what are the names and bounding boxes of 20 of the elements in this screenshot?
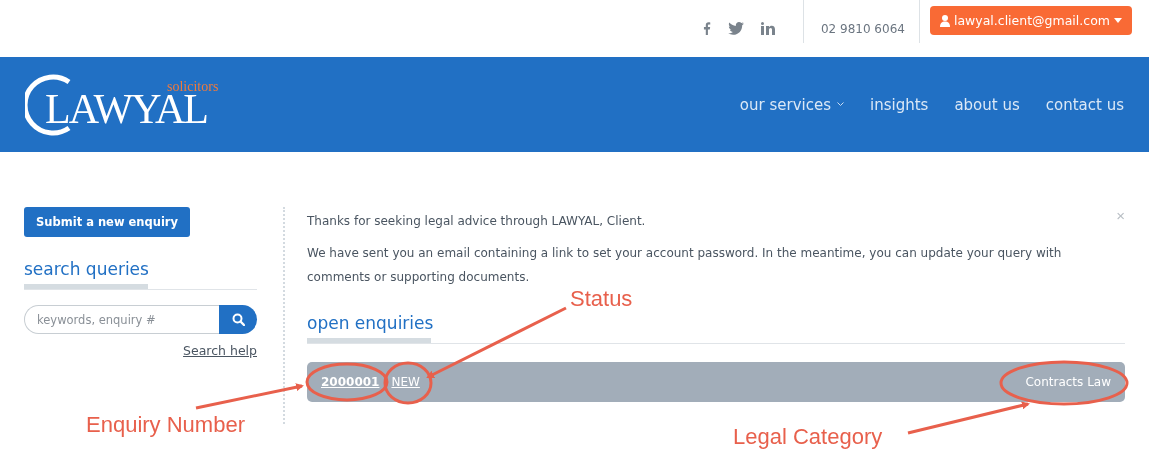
enquiry-row[interactable]: 2000001 NEW Contracts Law (307, 362, 1125, 402)
nav-link[interactable]: our services (739, 95, 844, 114)
nav-link[interactable]: about us (954, 95, 1020, 114)
category-label: Contracts Law (1025, 375, 1111, 389)
notice-text: Thanks for seeking legal advice through LAWYAL, Client. (307, 213, 647, 230)
section-heading: open enquiries (307, 313, 435, 333)
nav-link[interactable]: contact us (1045, 95, 1124, 114)
callout-label: Enquiry Number (86, 412, 245, 438)
submit-enquiry-button[interactable]: Submit a new enquiry (24, 207, 191, 237)
status-link[interactable]: NEW (391, 375, 420, 389)
phone-number: 02 9810 6064 (819, 21, 906, 36)
callout-label: Status (570, 286, 633, 312)
callout-label: Legal Category (733, 424, 883, 450)
notice-text: We have sent you an email containing a link to set your account password. In the meantime, you can update your query with comments or supporting documents. (307, 245, 1063, 286)
account-button[interactable]: lawyal.client@gmail.com (929, 6, 1132, 35)
section-heading: search queries (24, 259, 150, 279)
search-field[interactable]: keywords, enquiry # (24, 305, 219, 334)
enquiry-number-link[interactable]: 2000001 (321, 375, 380, 389)
search-help-link[interactable]: Search help (24, 343, 257, 358)
nav-link[interactable]: insights (870, 95, 929, 114)
